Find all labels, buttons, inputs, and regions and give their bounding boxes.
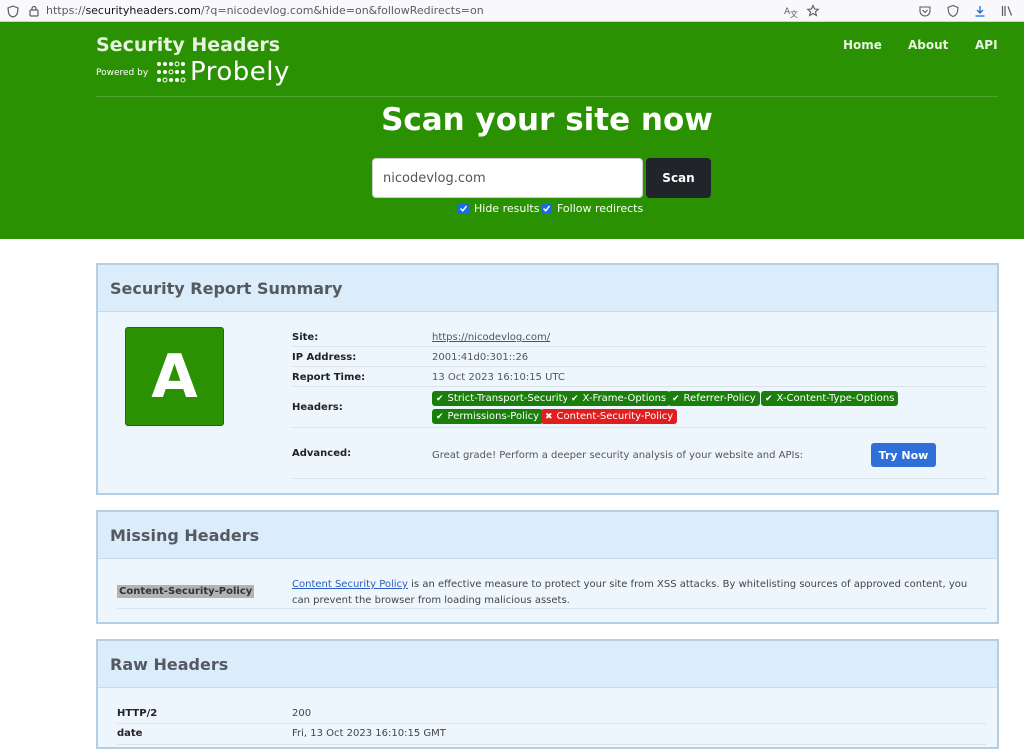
advanced-text: Great grade! Perform a deeper security a… — [432, 450, 804, 461]
cross-icon: ✖ — [545, 411, 553, 422]
raw-headers-panel: Raw Headers HTTP/2 200 date Fri, 13 Oct … — [96, 639, 999, 749]
check-icon: ✔ — [672, 393, 680, 404]
grade-badge: A — [125, 327, 224, 426]
url-host: securityheaders.com — [85, 4, 201, 17]
site-link[interactable]: https://nicodevlog.com/ — [432, 332, 550, 343]
raw-header-key: date — [117, 728, 143, 739]
missing-header-description: Content Security Policy is an effective … — [292, 577, 982, 609]
pocket-icon[interactable] — [918, 3, 932, 19]
header-divider — [96, 96, 998, 97]
site-row: Site: https://nicodevlog.com/ — [292, 327, 986, 347]
ip-value: 2001:41d0:301::26 — [432, 352, 529, 363]
ip-label: IP Address: — [292, 352, 357, 363]
headers-label: Headers: — [292, 402, 343, 413]
header-pill-content-security-policy[interactable]: ✖ Content-Security-Policy — [541, 409, 678, 424]
raw-header-key: HTTP/2 — [117, 708, 158, 719]
summary-title: Security Report Summary — [98, 265, 997, 312]
header-pill-permissions-policy[interactable]: ✔ Permissions-Policy — [432, 409, 544, 424]
site-title[interactable]: Security Headers — [96, 34, 280, 56]
url-scheme: https:// — [46, 4, 86, 17]
check-icon: ✔ — [765, 393, 773, 404]
headers-row: Headers: ✔ Strict-Transport-Security ✔ X-F… — [292, 387, 986, 428]
scan-button[interactable]: Scan — [646, 158, 711, 198]
nav-home[interactable]: Home — [843, 38, 882, 52]
header-pill-label: Permissions-Policy — [447, 411, 540, 422]
missing-header-name: Content-Security-Policy — [117, 585, 255, 598]
follow-redirects-label[interactable]: Follow redirects — [557, 202, 643, 215]
header-pill-label: X-Content-Type-Options — [776, 393, 895, 404]
probely-logo[interactable]: Probely — [156, 57, 290, 87]
library-icon[interactable] — [1000, 3, 1014, 19]
probely-logo-text: Probely — [190, 57, 290, 87]
download-icon[interactable] — [973, 3, 987, 19]
missing-headers-title: Missing Headers — [98, 512, 997, 559]
shield-icon[interactable] — [6, 4, 20, 18]
site-label: Site: — [292, 332, 319, 343]
report-time-row: Report Time: 13 Oct 2023 16:10:15 UTC — [292, 367, 986, 387]
check-icon: ✔ — [571, 393, 579, 404]
raw-header-value: 200 — [292, 708, 312, 719]
bookmark-star-icon[interactable] — [806, 3, 820, 19]
scan-headline: Scan your site now — [381, 102, 713, 138]
csp-link[interactable]: Content Security Policy — [292, 579, 408, 590]
svg-text:文: 文 — [790, 9, 798, 18]
security-report-summary-panel: Security Report Summary A Site: https://… — [96, 263, 999, 495]
header-pill-label: Referrer-Policy — [683, 393, 756, 404]
header-pill-label: Strict-Transport-Security — [447, 393, 569, 404]
advanced-label: Advanced: — [292, 448, 352, 459]
header-pill-strict-transport-security[interactable]: ✔ Strict-Transport-Security — [432, 391, 573, 406]
hide-results-checkbox[interactable] — [458, 203, 469, 214]
header-pill-label: X-Frame-Options — [582, 393, 667, 404]
url-path: /?q=nicodevlog.com&hide=on&followRedirec… — [200, 4, 484, 17]
missing-headers-panel: Missing Headers Content-Security-Policy … — [96, 510, 999, 624]
translate-icon[interactable]: A文 — [784, 3, 798, 19]
report-time-label: Report Time: — [292, 372, 366, 383]
check-icon: ✔ — [436, 411, 444, 422]
raw-header-value: Fri, 13 Oct 2023 16:10:15 GMT — [292, 728, 446, 739]
shield-check-icon[interactable] — [946, 3, 960, 19]
follow-redirects-option[interactable]: Follow redirects — [541, 202, 643, 215]
raw-header-row: HTTP/2 200 — [117, 703, 986, 724]
scan-url-input[interactable] — [372, 158, 643, 198]
browser-url-bar[interactable]: https://securityheaders.com/?q=nicodevlo… — [0, 0, 1024, 22]
hide-results-option[interactable]: Hide results — [458, 202, 539, 215]
header-pill-x-content-type-options[interactable]: ✔ X-Content-Type-Options — [761, 391, 899, 406]
nav-api[interactable]: API — [975, 38, 998, 52]
header-pill-referrer-policy[interactable]: ✔ Referrer-Policy — [668, 391, 760, 406]
header-pill-label: Content-Security-Policy — [556, 411, 674, 422]
raw-headers-title: Raw Headers — [98, 641, 997, 688]
report-time-value: 13 Oct 2023 16:10:15 UTC — [432, 372, 565, 383]
nav-about[interactable]: About — [908, 38, 948, 52]
follow-redirects-checkbox[interactable] — [541, 203, 552, 214]
hero-banner: Security Headers Powered by Probely Home… — [0, 22, 1024, 239]
check-icon: ✔ — [436, 393, 444, 404]
row-divider — [117, 608, 986, 609]
header-pill-x-frame-options[interactable]: ✔ X-Frame-Options — [567, 391, 671, 406]
hide-results-label[interactable]: Hide results — [474, 202, 539, 215]
try-now-button[interactable]: Try Now — [871, 443, 936, 467]
url-text[interactable]: https://securityheaders.com/?q=nicodevlo… — [46, 4, 484, 17]
lock-icon[interactable] — [27, 4, 41, 18]
probely-dots-icon — [157, 61, 186, 83]
powered-by-label: Powered by — [96, 68, 149, 78]
ip-row: IP Address: 2001:41d0:301::26 — [292, 347, 986, 367]
